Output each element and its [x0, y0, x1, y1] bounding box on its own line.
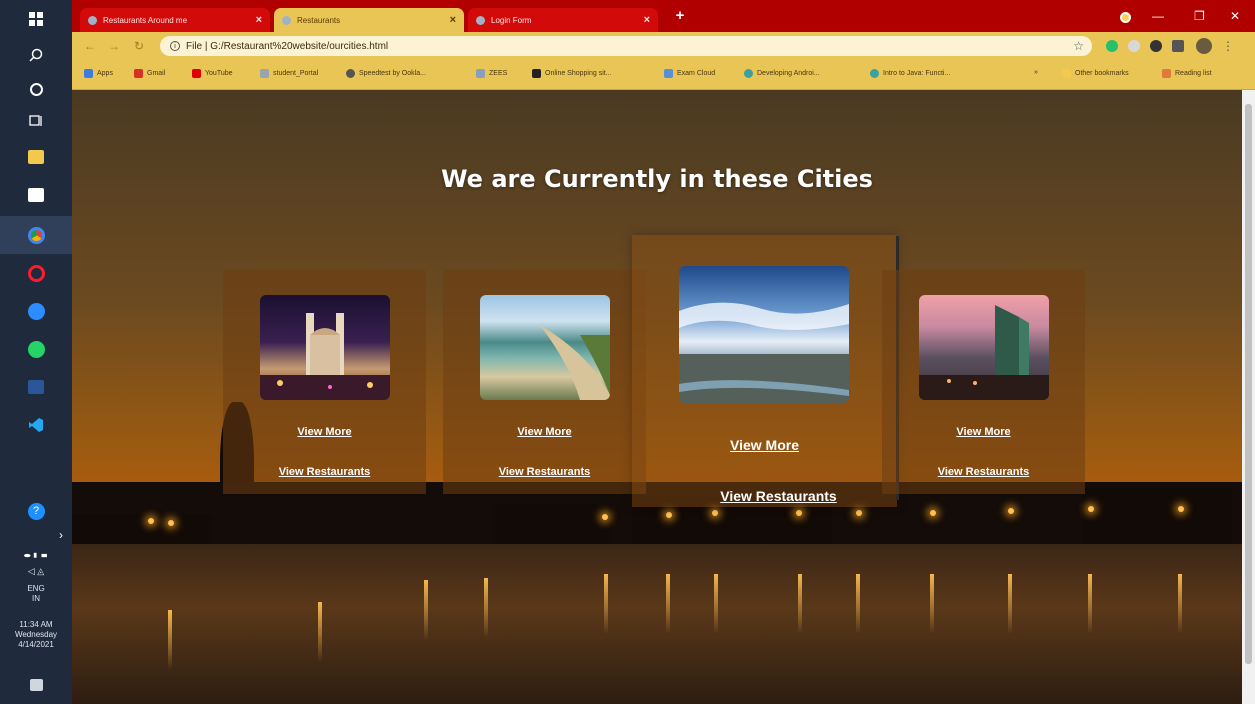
- youtube-icon: [192, 69, 201, 78]
- tray-icons[interactable]: [24, 544, 48, 566]
- grammarly-icon[interactable]: [1106, 40, 1118, 52]
- city-image-cityscape: [679, 266, 849, 403]
- city-card-hovered[interactable]: View More View Restaurants: [632, 235, 897, 507]
- task-view-icon[interactable]: [24, 110, 48, 132]
- globe-icon: [282, 15, 291, 25]
- chrome-icon[interactable]: [0, 216, 72, 254]
- reload-icon[interactable]: ↻: [134, 39, 144, 53]
- bookmarks-bar: Apps Gmail YouTube student_Portal Speedt…: [72, 60, 1255, 90]
- tab-restaurants-around-me[interactable]: Restaurants Around me ×: [80, 8, 270, 32]
- browser-toolbar: ← → ↻ i File | G:/Restaurant%20website/o…: [72, 32, 1255, 60]
- minimize-icon[interactable]: —: [1152, 9, 1164, 23]
- bookmark-star-icon[interactable]: ☆: [1073, 39, 1084, 53]
- profile-indicator-icon[interactable]: [1120, 12, 1131, 23]
- bookmarks-overflow-icon[interactable]: »: [1034, 69, 1038, 76]
- speedtest-icon: [346, 69, 355, 78]
- word-icon[interactable]: [24, 376, 48, 398]
- address-text: File | G:/Restaurant%20website/ourcities…: [186, 40, 389, 52]
- language-indicator[interactable]: ENG IN: [0, 584, 72, 604]
- other-bookmarks[interactable]: Other bookmarks: [1062, 69, 1129, 78]
- tab-restaurants[interactable]: Restaurants ×: [274, 8, 464, 32]
- bookmark-apps[interactable]: Apps: [84, 69, 113, 78]
- view-more-link[interactable]: View More: [882, 426, 1085, 438]
- vscode-icon[interactable]: [24, 414, 48, 436]
- reading-list[interactable]: Reading list: [1162, 69, 1212, 78]
- view-more-link[interactable]: View More: [223, 426, 426, 438]
- opera-icon[interactable]: [24, 262, 48, 284]
- bookmark-student-portal[interactable]: student_Portal: [260, 69, 318, 78]
- cloud-icon: [664, 69, 673, 78]
- close-window-icon[interactable]: ✕: [1230, 9, 1240, 23]
- chevron-right-icon[interactable]: ›: [56, 524, 66, 546]
- tab-login-form[interactable]: Login Form ×: [468, 8, 658, 32]
- volume-network-icons[interactable]: ◁ ◬: [0, 566, 72, 576]
- bookmark-zees[interactable]: ZEES: [476, 69, 507, 78]
- help-icon[interactable]: ?: [24, 500, 48, 522]
- back-icon[interactable]: ←: [84, 39, 96, 53]
- forward-icon[interactable]: →: [108, 39, 120, 53]
- amazon-icon: [532, 69, 541, 78]
- store-icon[interactable]: [24, 184, 48, 206]
- view-restaurants-link[interactable]: View Restaurants: [223, 466, 426, 478]
- windows-start-icon[interactable]: [24, 8, 48, 30]
- avatar[interactable]: [1196, 38, 1212, 54]
- bookmark-developing-android[interactable]: Developing Androi...: [744, 69, 820, 78]
- view-restaurants-link[interactable]: View Restaurants: [443, 466, 646, 478]
- zoom-icon[interactable]: [24, 300, 48, 322]
- bookmark-gmail[interactable]: Gmail: [134, 69, 165, 78]
- file-explorer-icon[interactable]: [24, 146, 48, 168]
- extensions-puzzle-icon[interactable]: [1172, 40, 1184, 52]
- bookmark-online-shopping[interactable]: Online Shopping sit...: [532, 69, 612, 78]
- background-water: [72, 544, 1242, 704]
- menu-kebab-icon[interactable]: ⋮: [1222, 39, 1234, 53]
- view-more-link[interactable]: View More: [443, 426, 646, 438]
- windows-taskbar: ? › ◁ ◬ ENG IN 11:34 AM Wednesday 4/14/2…: [0, 0, 72, 704]
- student-portal-icon: [260, 69, 269, 78]
- globe-icon: [88, 15, 97, 25]
- city-image-hyderabad: [260, 295, 390, 400]
- address-bar[interactable]: i File | G:/Restaurant%20website/ourciti…: [160, 36, 1092, 56]
- close-tab-icon[interactable]: ×: [644, 14, 650, 26]
- bookmark-speedtest[interactable]: Speedtest by Ookla...: [346, 69, 426, 78]
- city-card[interactable]: View More View Restaurants: [443, 270, 646, 494]
- udacity-icon: [870, 69, 879, 78]
- browser-tab-strip: Restaurants Around me × Restaurants × Lo…: [72, 0, 1255, 32]
- close-tab-icon[interactable]: ×: [450, 14, 456, 26]
- view-restaurants-link[interactable]: View Restaurants: [646, 488, 911, 504]
- city-image-skyscraper: [919, 295, 1049, 400]
- globe-icon: [476, 15, 485, 25]
- clock[interactable]: 11:34 AM Wednesday 4/14/2021: [0, 620, 72, 650]
- whatsapp-icon[interactable]: [24, 338, 48, 360]
- new-tab-icon[interactable]: +: [672, 8, 688, 24]
- page-viewport: We are Currently in these Cities View Mo…: [72, 90, 1242, 704]
- city-image-beach: [480, 295, 610, 400]
- page-scrollbar[interactable]: [1242, 90, 1255, 704]
- city-card[interactable]: View More View Restaurants: [882, 270, 1085, 494]
- extension-icon[interactable]: [1128, 40, 1140, 52]
- scrollbar-thumb[interactable]: [1245, 104, 1252, 664]
- page-title: We are Currently in these Cities: [441, 165, 873, 193]
- search-icon[interactable]: [24, 44, 48, 66]
- gmail-icon: [134, 69, 143, 78]
- bookmark-exam-cloud[interactable]: Exam Cloud: [664, 69, 715, 78]
- cortana-icon[interactable]: [24, 78, 48, 100]
- maximize-icon[interactable]: ❐: [1194, 9, 1205, 23]
- apps-grid-icon: [84, 69, 93, 78]
- udacity-icon: [744, 69, 753, 78]
- bookmark-youtube[interactable]: YouTube: [192, 69, 233, 78]
- close-tab-icon[interactable]: ×: [256, 14, 262, 26]
- info-icon[interactable]: i: [170, 41, 180, 51]
- notifications-icon[interactable]: [24, 674, 48, 696]
- city-card[interactable]: View More View Restaurants: [223, 270, 426, 494]
- extension-icon[interactable]: [1150, 40, 1162, 52]
- folder-icon: [1062, 69, 1071, 78]
- zees-icon: [476, 69, 485, 78]
- bookmark-intro-java[interactable]: Intro to Java: Functi...: [870, 69, 950, 78]
- view-restaurants-link[interactable]: View Restaurants: [882, 466, 1085, 478]
- reading-list-icon: [1162, 69, 1171, 78]
- view-more-link[interactable]: View More: [632, 437, 897, 453]
